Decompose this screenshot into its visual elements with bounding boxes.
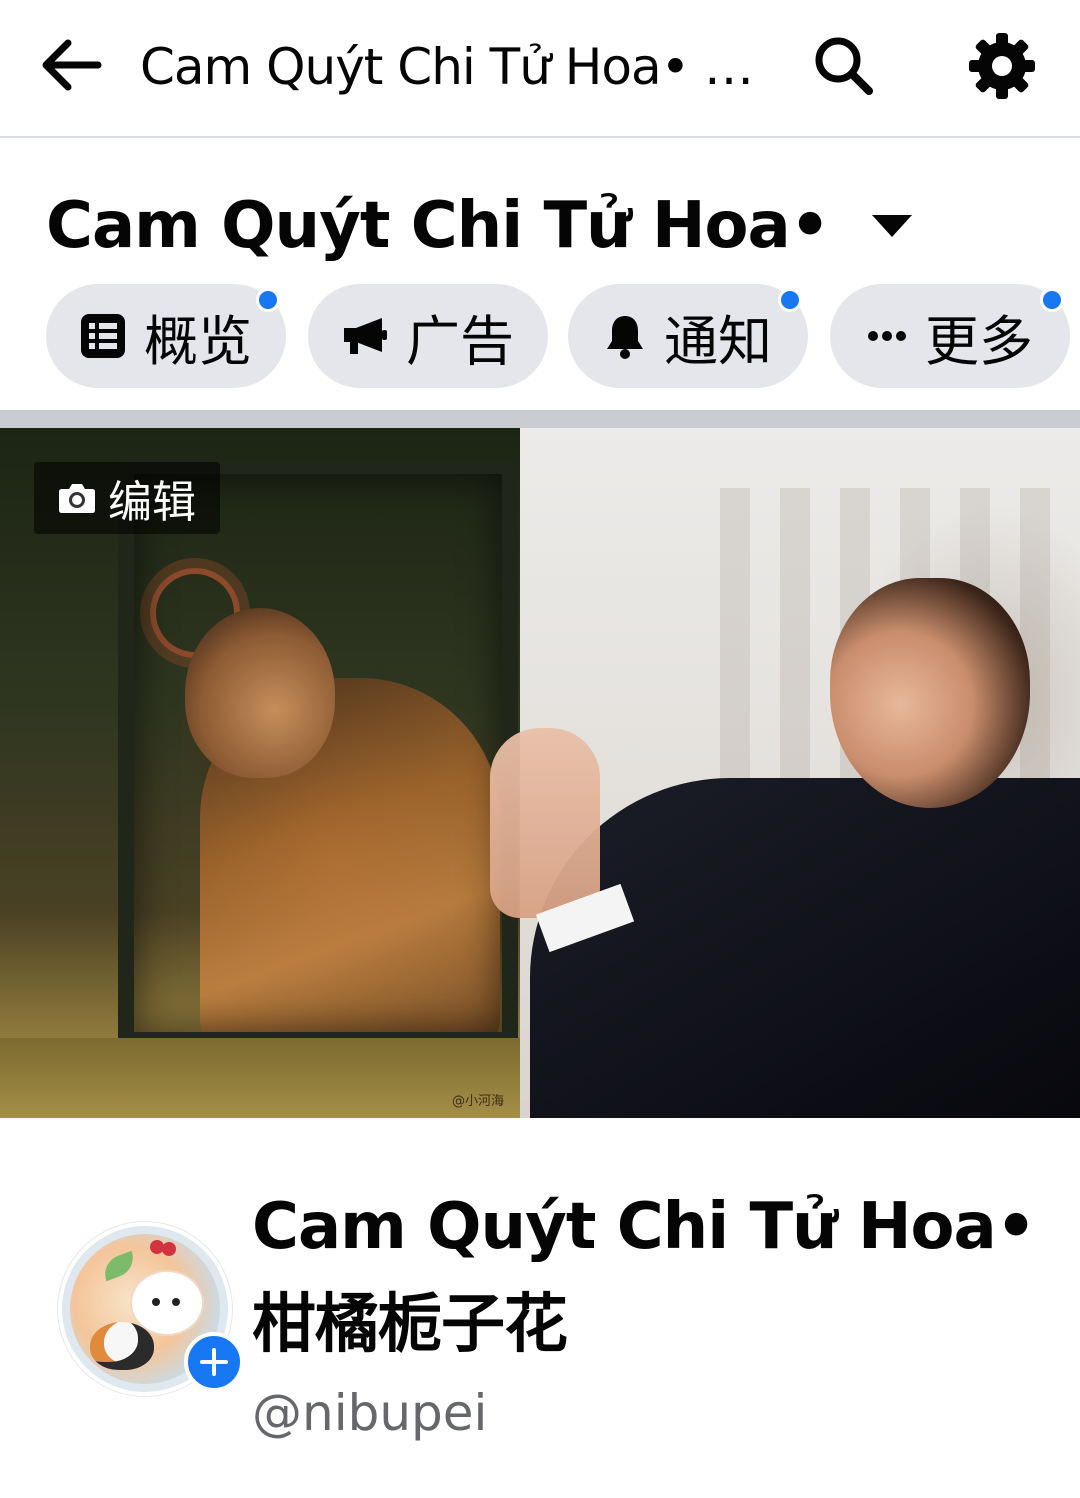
plus-icon [200, 1348, 228, 1376]
page-name: Cam Quýt Chi Tử Hoa•... [46, 189, 836, 263]
cover-counter [0, 1038, 520, 1118]
cover-person-right-head [830, 578, 1030, 808]
edit-cover-label: 编辑 [108, 477, 196, 528]
arrow-left-icon [42, 39, 102, 91]
tab-label: 更多 [925, 309, 1033, 373]
tab-overview[interactable]: 概览 [46, 284, 286, 388]
username: @nibupei [252, 1384, 488, 1442]
cat-illustration [90, 1322, 154, 1370]
cover-mirror-frame [118, 458, 518, 1048]
section-divider [0, 410, 1080, 428]
page-tabs: 概览 广告 通知 更多 [46, 284, 1080, 388]
top-app-bar: Cam Quýt Chi Tử Hoa• 柑... [0, 0, 1080, 138]
edit-cover-button[interactable]: 编辑 [34, 462, 220, 534]
tab-ads[interactable]: 广告 [308, 284, 548, 388]
search-icon [815, 37, 873, 95]
tab-label: 概览 [144, 309, 252, 373]
megaphone-icon [344, 318, 387, 354]
notification-dot [1040, 288, 1064, 312]
profile-name: Cam Quýt Chi Tử Hoa• 柑橘栀子花 [252, 1178, 1052, 1374]
profile-name-line1: Cam Quýt Chi Tử Hoa• [252, 1190, 1037, 1264]
tab-more[interactable]: 更多 [830, 284, 1070, 388]
cover-hand [490, 728, 600, 918]
settings-button[interactable] [962, 26, 1042, 106]
tab-label: 通知 [664, 309, 772, 373]
cherry-icon [150, 1240, 164, 1254]
notification-dot [778, 288, 802, 312]
camera-icon [59, 484, 95, 513]
page-switcher[interactable]: Cam Quýt Chi Tử Hoa•... [46, 184, 912, 268]
bell-icon [607, 316, 643, 359]
caret-down-icon [872, 215, 912, 237]
tab-label: 广告 [406, 309, 514, 373]
list-icon [81, 314, 125, 358]
cover-photo[interactable]: @小河海 编辑 [0, 428, 1080, 1118]
profile-name-line2: 柑橘栀子花 [252, 1288, 568, 1362]
tab-notifications[interactable]: 通知 [568, 284, 808, 388]
more-icon [868, 331, 906, 341]
cover-person-right [530, 778, 1080, 1118]
notification-dot [256, 288, 280, 312]
topbar-title: Cam Quýt Chi Tử Hoa• 柑... [140, 38, 760, 96]
add-profile-photo-button[interactable] [184, 1332, 244, 1392]
cover-watermark: @小河海 [452, 1094, 505, 1109]
cover-photo-right [490, 428, 1080, 1118]
gear-icon [969, 33, 1035, 99]
back-button[interactable] [30, 30, 110, 100]
search-button[interactable] [808, 30, 880, 102]
dog-illustration [132, 1272, 202, 1334]
